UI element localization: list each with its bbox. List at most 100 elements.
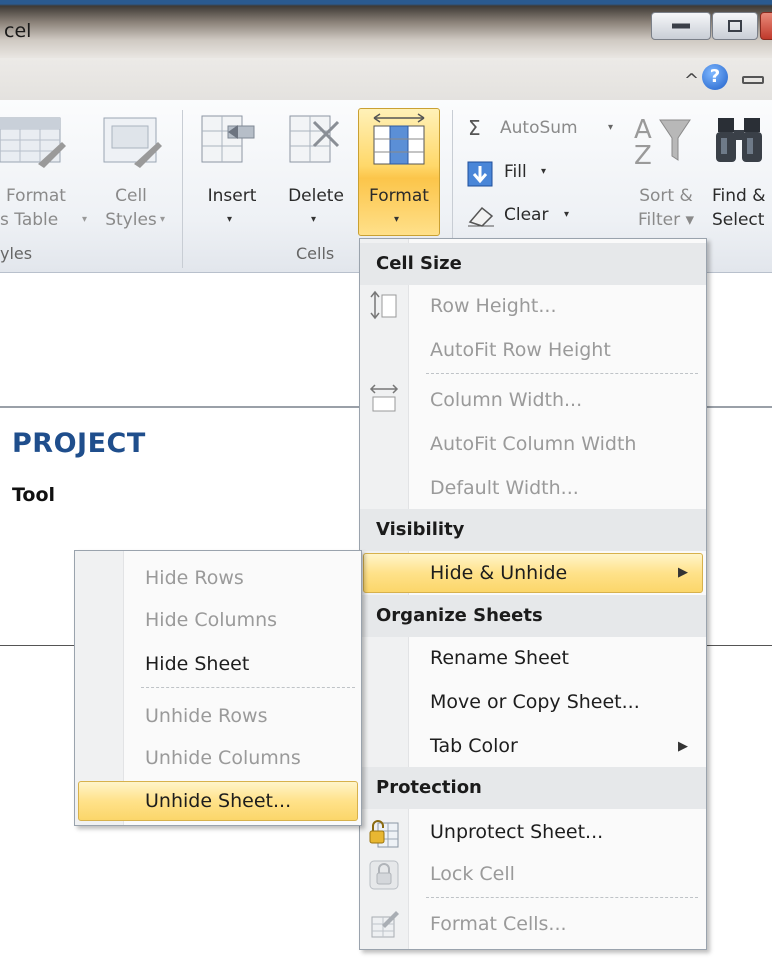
hide-sheet-item[interactable]: Hide Sheet bbox=[145, 651, 249, 677]
menu-separator bbox=[141, 687, 355, 688]
format-as-table-icon[interactable] bbox=[0, 112, 68, 170]
eraser-icon bbox=[468, 206, 494, 227]
fill-button[interactable]: Fill bbox=[504, 160, 527, 184]
column-width-label: Column Width... bbox=[430, 389, 583, 411]
chevron-down-icon: ▾ bbox=[160, 214, 166, 225]
ribbon-header-row bbox=[0, 58, 772, 100]
find-line2: Select bbox=[712, 210, 765, 230]
hide-columns-label: Hide Columns bbox=[145, 609, 278, 631]
cell-styles-icon[interactable] bbox=[100, 112, 162, 170]
default-width-item[interactable]: Default Width... bbox=[430, 475, 579, 501]
format-cells-label: Format Cells... bbox=[430, 913, 567, 935]
minimize-ribbon-icon[interactable]: ^ bbox=[684, 70, 699, 91]
cell-styles-line1: Cell bbox=[115, 186, 147, 206]
row-height-label: Row Height... bbox=[430, 295, 557, 317]
move-copy-sheet-item[interactable]: Move or Copy Sheet... bbox=[430, 689, 640, 715]
delete-cells-icon[interactable] bbox=[286, 112, 348, 168]
autosum-button[interactable]: AutoSum bbox=[500, 116, 578, 140]
format-dropdown-menu: Cell Size Row Height... AutoFit Row Heig… bbox=[359, 238, 707, 950]
help-icon[interactable]: ? bbox=[702, 64, 728, 90]
tab-color-item[interactable]: Tab Color bbox=[430, 733, 518, 759]
menu-separator bbox=[426, 373, 698, 374]
clear-button[interactable]: Clear bbox=[504, 203, 548, 227]
unhide-columns-label: Unhide Columns bbox=[145, 747, 301, 769]
chevron-down-icon: ▾ bbox=[311, 214, 317, 225]
submenu-arrow-icon: ▶ bbox=[678, 739, 688, 754]
rename-sheet-label: Rename Sheet bbox=[430, 647, 569, 669]
title-bar: cel bbox=[0, 0, 772, 58]
svg-text:Z: Z bbox=[634, 141, 652, 168]
autofit-column-width-item[interactable]: AutoFit Column Width bbox=[430, 431, 636, 457]
chevron-down-icon: ▾ bbox=[82, 214, 88, 225]
sort-line2-wrap: Filter ▾ bbox=[637, 210, 695, 230]
hide-rows-item[interactable]: Hide Rows bbox=[145, 565, 244, 591]
cells-group-label: Cells bbox=[296, 244, 335, 263]
unhide-rows-label: Unhide Rows bbox=[145, 705, 268, 727]
chevron-down-icon: ▾ bbox=[541, 166, 547, 177]
unprotect-sheet-item[interactable]: Unprotect Sheet... bbox=[430, 819, 603, 845]
sort-line1: Sort & bbox=[639, 186, 693, 206]
column-width-item[interactable]: Column Width... bbox=[430, 387, 582, 413]
sort-filter-label[interactable]: Sort & Filter ▾ bbox=[626, 184, 706, 232]
minimize-icon bbox=[672, 23, 690, 29]
format-as-table-line2: s Table bbox=[0, 210, 59, 230]
find-line1: Find & bbox=[712, 186, 766, 206]
sheet-title: PROJECT bbox=[12, 428, 146, 459]
menu-separator bbox=[426, 897, 698, 898]
maximize-icon bbox=[728, 20, 742, 32]
unhide-columns-item[interactable]: Unhide Columns bbox=[145, 745, 301, 771]
lock-cell-label: Lock Cell bbox=[430, 863, 515, 885]
close-button[interactable] bbox=[760, 12, 772, 40]
delete-button[interactable]: Delete bbox=[280, 184, 352, 208]
sheet-subtitle: Tool bbox=[12, 484, 56, 506]
sigma-icon: Σ bbox=[468, 116, 481, 140]
unhide-rows-item[interactable]: Unhide Rows bbox=[145, 703, 267, 729]
ribbon-separator bbox=[182, 110, 183, 268]
hide-columns-item[interactable]: Hide Columns bbox=[145, 607, 277, 633]
binoculars-icon[interactable] bbox=[712, 112, 772, 168]
insert-cells-icon[interactable] bbox=[198, 112, 260, 168]
window-title: cel bbox=[4, 20, 32, 42]
chevron-down-icon: ▾ bbox=[608, 122, 614, 133]
format-as-table-line1: Format bbox=[6, 186, 66, 206]
submenu-arrow-icon: ▶ bbox=[678, 565, 688, 580]
minimize-button[interactable] bbox=[651, 12, 711, 40]
row-height-icon bbox=[370, 290, 397, 320]
autofit-column-width-label: AutoFit Column Width bbox=[430, 433, 637, 455]
sort-filter-icon[interactable]: A Z bbox=[632, 112, 694, 168]
format-cells-icon bbox=[373, 113, 425, 165]
maximize-button[interactable] bbox=[712, 12, 758, 40]
cell-styles-line2: Styles bbox=[105, 210, 157, 230]
visibility-header: Visibility bbox=[360, 509, 706, 551]
sheet-row-line bbox=[705, 645, 772, 646]
styles-group-label: yles bbox=[0, 244, 33, 263]
sheet-row-line bbox=[0, 645, 74, 646]
cell-styles-label[interactable]: Cell Styles bbox=[94, 184, 168, 232]
cell-size-header: Cell Size bbox=[360, 243, 706, 285]
hide-unhide-submenu: Hide Rows Hide Columns Hide Sheet Unhide… bbox=[74, 550, 362, 826]
chevron-down-icon: ▾ bbox=[564, 209, 570, 220]
hide-unhide-label: Hide & Unhide bbox=[430, 562, 568, 584]
autofit-row-height-label: AutoFit Row Height bbox=[430, 339, 611, 361]
column-width-icon bbox=[369, 384, 399, 412]
lock-cell-item[interactable]: Lock Cell bbox=[430, 861, 515, 887]
autofit-row-height-item[interactable]: AutoFit Row Height bbox=[430, 337, 611, 363]
format-cells-menu-icon bbox=[371, 911, 399, 938]
restore-window-icon[interactable] bbox=[742, 76, 764, 84]
format-cells-item[interactable]: Format Cells... bbox=[430, 911, 567, 937]
hide-rows-label: Hide Rows bbox=[145, 567, 244, 589]
chevron-down-icon: ▾ bbox=[394, 214, 400, 225]
organize-sheets-header: Organize Sheets bbox=[360, 595, 706, 637]
move-copy-sheet-label: Move or Copy Sheet... bbox=[430, 691, 640, 713]
unprotect-sheet-icon bbox=[369, 820, 399, 848]
find-select-label[interactable]: Find & Select bbox=[712, 184, 772, 232]
format-as-table-label[interactable]: Format s Table bbox=[0, 184, 78, 232]
fill-down-icon bbox=[467, 161, 493, 187]
default-width-label: Default Width... bbox=[430, 477, 579, 499]
rename-sheet-item[interactable]: Rename Sheet bbox=[430, 645, 569, 671]
chevron-down-icon: ▾ bbox=[227, 214, 233, 225]
insert-button[interactable]: Insert bbox=[196, 184, 268, 208]
protection-header: Protection bbox=[360, 767, 706, 809]
hide-sheet-label: Hide Sheet bbox=[145, 653, 250, 675]
row-height-item[interactable]: Row Height... bbox=[430, 293, 556, 319]
